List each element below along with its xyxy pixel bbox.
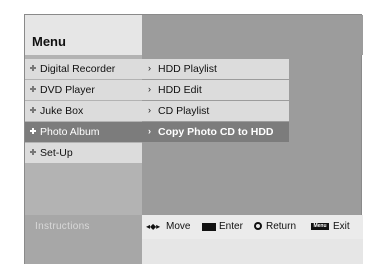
menu-item-label: Digital Recorder bbox=[40, 63, 116, 75]
menu-item-photo-album[interactable]: Photo Album bbox=[25, 122, 142, 142]
instructions-bar: Instructions ◂◆▸ Move Enter Return Menu … bbox=[25, 215, 363, 239]
submenu-item-label: HDD Playlist bbox=[158, 63, 217, 75]
submenu-header bbox=[142, 15, 363, 55]
menu-item-label: Set-Up bbox=[40, 147, 73, 159]
plus-bullet-icon bbox=[30, 149, 36, 155]
move-arrows-icon: ◂◆▸ bbox=[146, 222, 161, 231]
exit-hint: Exit bbox=[333, 221, 350, 232]
chevron-right-icon: › bbox=[148, 63, 151, 73]
instructions-label: Instructions bbox=[35, 221, 90, 232]
menu-screen: Menu Digital Recorder DVD Player Juke Bo… bbox=[24, 14, 363, 264]
menu-item-dvd-player[interactable]: DVD Player bbox=[25, 80, 142, 100]
submenu-item-copy-photo-cd-to-hdd[interactable]: › Copy Photo CD to HDD bbox=[142, 122, 289, 142]
return-key-icon bbox=[254, 222, 262, 230]
enter-key-icon bbox=[202, 223, 216, 231]
menu-key-icon: Menu bbox=[311, 223, 329, 230]
menu-key-label: Menu bbox=[313, 223, 327, 229]
menu-item-digital-recorder[interactable]: Digital Recorder bbox=[25, 59, 142, 79]
menu-header: Menu bbox=[25, 15, 142, 55]
chevron-right-icon: › bbox=[148, 126, 151, 136]
plus-bullet-icon bbox=[30, 86, 36, 92]
menu-item-juke-box[interactable]: Juke Box bbox=[25, 101, 142, 121]
plus-bullet-icon bbox=[30, 107, 36, 113]
enter-hint: Enter bbox=[219, 221, 243, 232]
submenu-item-label: CD Playlist bbox=[158, 105, 210, 117]
return-hint: Return bbox=[266, 221, 297, 232]
move-hint: Move bbox=[166, 221, 191, 232]
bottom-area bbox=[25, 239, 363, 264]
submenu-item-hdd-playlist[interactable]: › HDD Playlist bbox=[142, 59, 289, 79]
plus-bullet-icon bbox=[30, 65, 36, 71]
submenu-item-label: Copy Photo CD to HDD bbox=[158, 126, 274, 138]
menu-item-set-up[interactable]: Set-Up bbox=[25, 143, 142, 163]
menu-item-label: Photo Album bbox=[40, 126, 100, 138]
chevron-right-icon: › bbox=[148, 105, 151, 115]
submenu-item-label: HDD Edit bbox=[158, 84, 202, 96]
plus-bullet-icon bbox=[30, 128, 36, 134]
instructions-label-cell: Instructions bbox=[25, 215, 142, 239]
menu-item-label: DVD Player bbox=[40, 84, 95, 96]
chevron-right-icon: › bbox=[148, 84, 151, 94]
menu-title: Menu bbox=[32, 34, 66, 49]
menu-item-label: Juke Box bbox=[40, 105, 84, 117]
submenu-item-cd-playlist[interactable]: › CD Playlist bbox=[142, 101, 289, 121]
bottom-left-panel bbox=[25, 239, 142, 264]
submenu-item-hdd-edit[interactable]: › HDD Edit bbox=[142, 80, 289, 100]
